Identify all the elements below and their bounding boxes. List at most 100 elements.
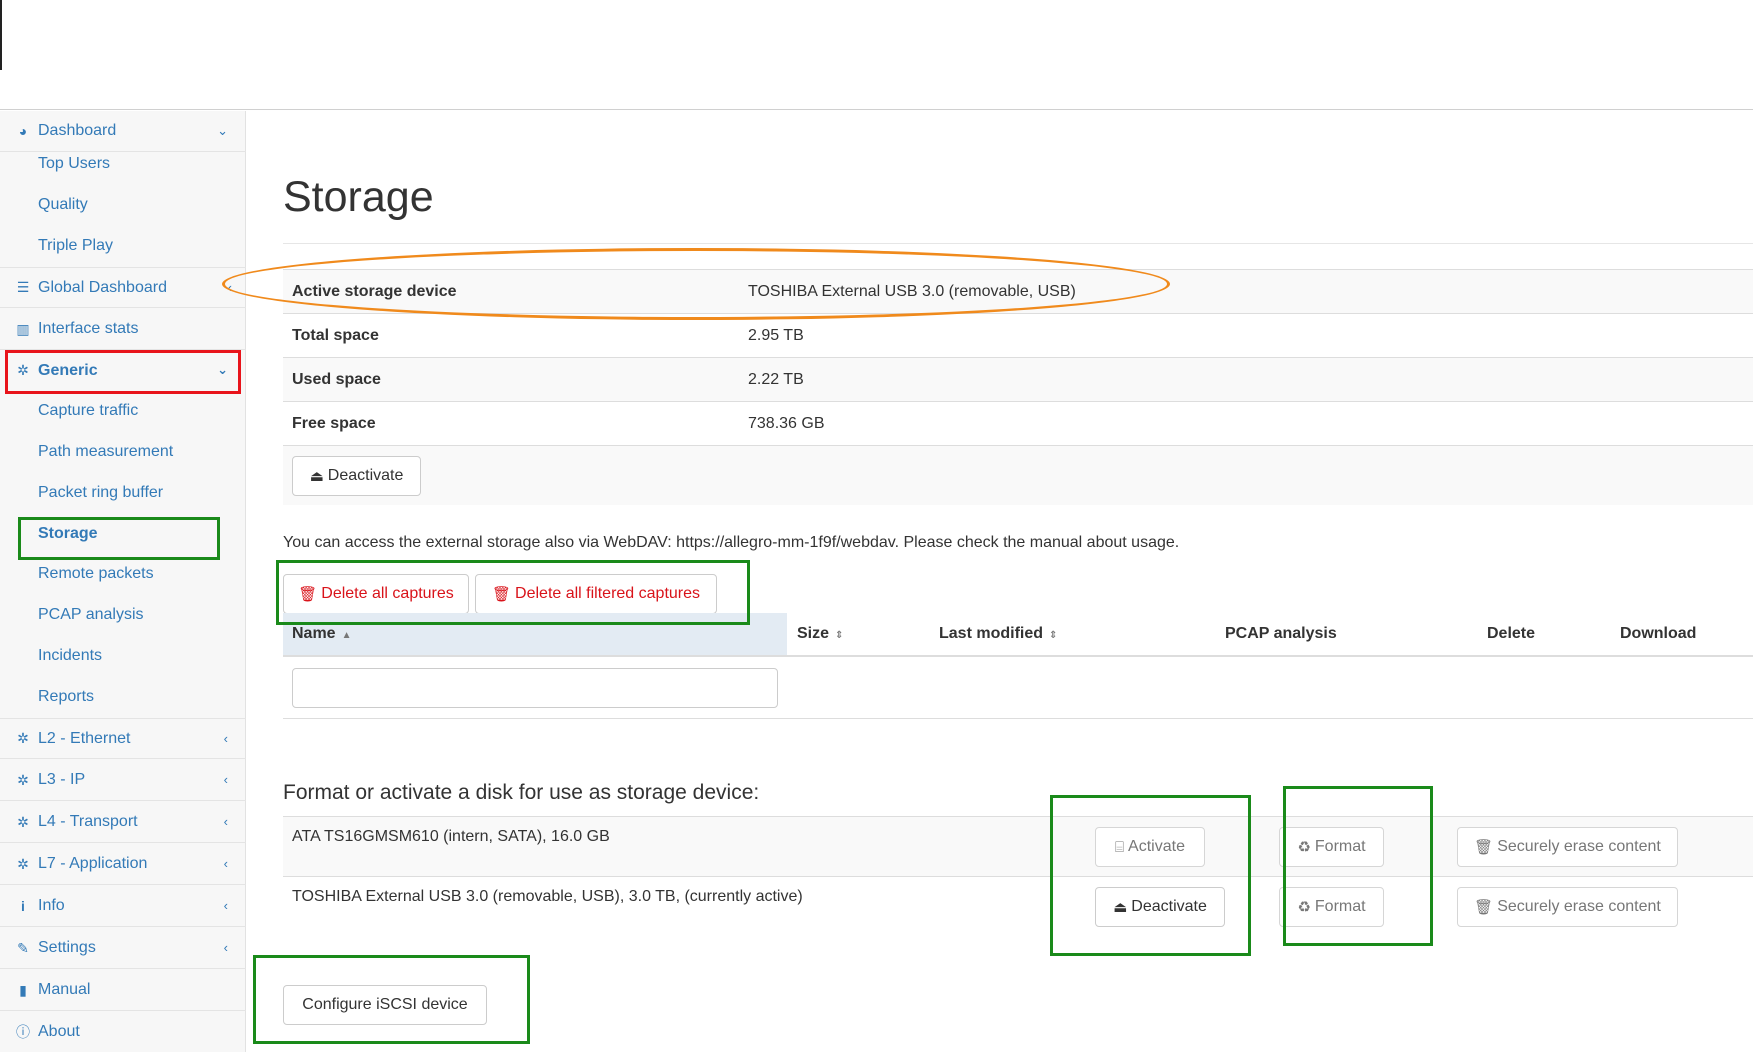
chevron-left-icon: ‹: [223, 856, 228, 871]
info-value: TOSHIBA External USB 3.0 (removable, USB…: [748, 282, 1076, 300]
sidebar-item-capture-traffic[interactable]: Capture traffic: [38, 396, 138, 426]
sidebar-item-triple-play[interactable]: Triple Play: [38, 231, 113, 261]
button-label: Configure iSCSI device: [302, 996, 468, 1013]
sidebar-item-top-users[interactable]: Top Users: [38, 149, 110, 179]
chevron-left-icon: ‹: [223, 731, 228, 746]
chevron-left-icon: ‹: [223, 814, 228, 829]
sidebar-item-reports[interactable]: Reports: [38, 682, 94, 712]
sidebar-item-info[interactable]: i Info ‹: [0, 886, 246, 927]
sidebar-item-l4-transport[interactable]: ✲ L4 - Transport ‹: [0, 802, 246, 843]
secure-erase-button[interactable]: 🗑 Securely erase content: [1457, 827, 1678, 867]
top-header: [0, 0, 1753, 110]
delete-all-captures-button[interactable]: 🗑 Delete all captures: [283, 574, 469, 614]
sidebar-item-l7-application[interactable]: ✲ L7 - Application ‹: [0, 844, 246, 885]
info-value: 738.36 GB: [748, 414, 825, 432]
sidebar-item-label: L3 - IP: [38, 771, 86, 788]
column-last-modified[interactable]: Last modified ⇕: [939, 625, 1057, 643]
sidebar-item-generic[interactable]: ✲ Generic ⌄: [0, 350, 246, 391]
disk-name: ATA TS16GMSM610 (intern, SATA), 16.0 GB: [292, 828, 610, 845]
eject-icon: ⏏: [309, 468, 324, 485]
webdav-note: You can access the external storage also…: [283, 534, 1180, 551]
name-column-highlight: [283, 613, 787, 655]
deactivate-disk-button[interactable]: ⏏ Deactivate: [1095, 887, 1225, 927]
book-icon: ▮: [19, 981, 27, 998]
column-download: Download: [1620, 625, 1697, 642]
button-label: Delete all filtered captures: [515, 585, 701, 602]
info-key: Free space: [292, 414, 376, 432]
recycle-icon: ♻: [1297, 839, 1311, 856]
page-title: Storage: [283, 173, 434, 221]
column-name[interactable]: Name ▲: [292, 625, 351, 643]
trash-icon: 🗑: [298, 586, 318, 603]
sidebar-item-quality[interactable]: Quality: [38, 190, 88, 220]
button-label: Activate: [1128, 838, 1185, 855]
sidebar-item-path-measurement[interactable]: Path measurement: [38, 437, 173, 467]
button-label: Securely erase content: [1497, 838, 1661, 855]
sidebar-item-label: Interface stats: [38, 320, 139, 337]
sidebar-item-label: L2 - Ethernet: [38, 729, 131, 747]
text-cursor: [0, 0, 2, 70]
eject-icon: ⏏: [1113, 899, 1128, 916]
sidebar-item-settings[interactable]: ✎ Settings ‹: [0, 928, 246, 969]
chevron-left-icon: ‹: [223, 940, 228, 955]
button-label: Securely erase content: [1497, 898, 1661, 915]
disk-row: ATA TS16GMSM610 (intern, SATA), 16.0 GB …: [283, 816, 1753, 876]
sidebar-item-label: L7 - Application: [38, 855, 148, 872]
chevron-down-icon: ⌄: [217, 123, 228, 138]
disk-row: TOSHIBA External USB 3.0 (removable, USB…: [283, 876, 1753, 936]
column-size[interactable]: Size ⇕: [797, 625, 843, 643]
sidebar-item-global-dashboard[interactable]: ☰ Global Dashboard ‹: [0, 267, 246, 308]
format-button[interactable]: ♻ Format: [1279, 827, 1384, 867]
trash-icon: 🗑: [1474, 839, 1494, 856]
server-icon: ☰: [16, 279, 30, 295]
sidebar-item-label: Global Dashboard: [38, 278, 167, 296]
info-row-active-device: Active storage device TOSHIBA External U…: [283, 269, 1753, 313]
recycle-icon: ♻: [1297, 899, 1311, 916]
info-key: Total space: [292, 326, 379, 344]
name-filter-input[interactable]: [292, 668, 778, 708]
chevron-left-icon: ‹: [223, 772, 228, 787]
main-content: Storage Active storage device TOSHIBA Ex…: [247, 111, 1753, 1052]
button-label: Format: [1314, 838, 1366, 855]
sidebar-item-l2-ethernet[interactable]: ✲ L2 - Ethernet ‹: [0, 718, 246, 759]
button-label: Deactivate: [1131, 898, 1207, 915]
gear-icon: ✲: [17, 813, 29, 830]
secure-erase-button[interactable]: 🗑 Securely erase content: [1457, 887, 1678, 927]
gear-icon: ✲: [17, 855, 29, 872]
sort-asc-icon: ▲: [341, 630, 352, 641]
activate-button[interactable]: ⌸ Activate: [1095, 827, 1205, 867]
chevron-left-icon: ‹: [223, 898, 228, 913]
format-button[interactable]: ♻ Format: [1279, 887, 1384, 927]
info-key: Used space: [292, 370, 381, 388]
sidebar-item-label: About: [38, 1022, 80, 1040]
sidebar-item-l3-ip[interactable]: ✲ L3 - IP ‹: [0, 760, 246, 801]
wrench-icon: ✎: [17, 939, 29, 956]
info-value: 2.95 TB: [748, 326, 804, 344]
hdd-icon: ⌸: [1115, 838, 1125, 856]
sidebar-item-dashboard[interactable]: ◕ Dashboard ⌄: [0, 111, 246, 152]
sidebar: ◕ Dashboard ⌄ Top Users Quality Triple P…: [0, 111, 246, 1052]
sidebar-item-interface-stats[interactable]: ▥ Interface stats: [0, 309, 246, 350]
sidebar-item-label: Settings: [38, 939, 96, 956]
gear-icon: ✲: [17, 771, 29, 788]
sidebar-item-about[interactable]: ⓘ About: [0, 1011, 246, 1052]
chevron-left-icon: ‹: [227, 280, 232, 295]
info-circle-icon: ⓘ: [16, 1023, 30, 1040]
configure-iscsi-button[interactable]: Configure iSCSI device: [283, 985, 487, 1025]
sidebar-item-label: Generic: [38, 361, 98, 379]
deactivate-button[interactable]: ⏏ Deactivate: [292, 456, 421, 496]
sidebar-item-remote-packets[interactable]: Remote packets: [38, 559, 154, 589]
sidebar-item-label: Dashboard: [38, 122, 117, 139]
info-row-free-space: Free space 738.36 GB: [283, 401, 1753, 445]
trash-icon: 🗑: [1474, 899, 1494, 916]
sidebar-item-pcap-analysis[interactable]: PCAP analysis: [38, 600, 144, 630]
delete-filtered-captures-button[interactable]: 🗑 Delete all filtered captures: [475, 574, 717, 614]
chevron-down-icon: ⌄: [217, 362, 228, 377]
sidebar-item-label: Manual: [38, 981, 91, 998]
sort-icon: ⇕: [835, 630, 844, 641]
sidebar-item-packet-ring-buffer[interactable]: Packet ring buffer: [38, 478, 163, 508]
gear-icon: ✲: [17, 362, 29, 378]
sidebar-item-storage[interactable]: Storage: [38, 519, 98, 549]
sidebar-item-manual[interactable]: ▮ Manual: [0, 970, 246, 1011]
sidebar-item-incidents[interactable]: Incidents: [38, 641, 102, 671]
